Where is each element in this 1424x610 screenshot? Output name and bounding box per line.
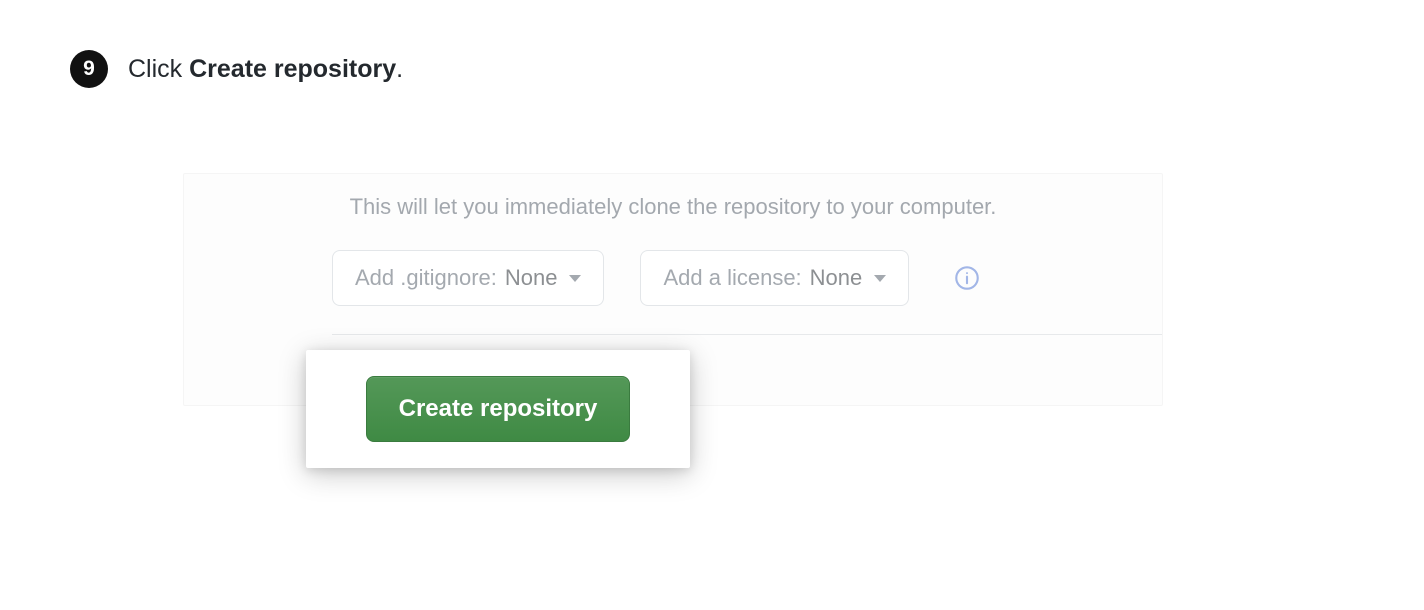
step-number-badge: 9 [70,50,108,88]
gitignore-value: None [505,265,558,291]
step-instruction: Click Create repository. [128,53,403,86]
info-icon[interactable] [953,264,981,292]
license-value: None [810,265,863,291]
license-label: Add a license: [663,265,801,291]
clone-hint-text: This will let you immediately clone the … [184,174,1162,250]
license-dropdown[interactable]: Add a license: None [640,250,909,306]
step-prefix: Click [128,55,189,83]
step-header: 9 Click Create repository. [0,0,1424,88]
step-bold: Create repository [189,55,396,83]
step-number: 9 [83,57,95,81]
gitignore-label: Add .gitignore: [355,265,497,291]
divider [332,334,1162,335]
create-repository-button[interactable]: Create repository [366,376,631,442]
chevron-down-icon [569,275,581,282]
chevron-down-icon [874,275,886,282]
highlight-callout: Create repository [306,350,690,468]
screenshot-panel: This will let you immediately clone the … [183,173,1163,406]
step-suffix: . [396,55,403,83]
gitignore-dropdown[interactable]: Add .gitignore: None [332,250,604,306]
dropdown-row: Add .gitignore: None Add a license: None [184,250,1162,334]
